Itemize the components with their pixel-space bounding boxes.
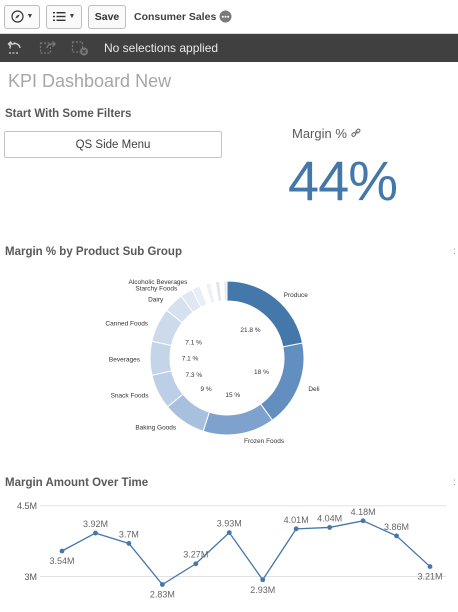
data-label: 3.92M [83, 519, 108, 529]
chevron-down-icon: ▼ [68, 13, 76, 20]
donut-slice[interactable] [223, 280, 228, 302]
donut-value-label: 7.1 % [182, 356, 199, 363]
line-chart[interactable]: 4.5M 3M 3.54M 3.92M 3.7M 2.83M 3.27M 3.93M 2.93… [0, 495, 458, 612]
donut-category-label: Produce [284, 292, 309, 299]
data-label: 3.54M [49, 556, 74, 566]
line-chart-title: Margin Amount Over Time [5, 477, 149, 489]
data-label: 3.27M [183, 550, 208, 560]
data-point[interactable] [193, 561, 199, 567]
clear-selection-icon [71, 41, 88, 56]
data-label: 3.93M [217, 519, 242, 529]
donut-category-label: Dairy [148, 296, 164, 303]
kpi-value: 44% [288, 149, 398, 212]
kpi-label-text: Margin % [292, 126, 347, 141]
step-back-button[interactable] [0, 34, 32, 62]
donut-value-label: 21.8 % [240, 327, 260, 334]
data-point[interactable] [126, 541, 132, 546]
more-icon[interactable]: : [453, 246, 456, 257]
data-label: 4.18M [351, 507, 376, 517]
compass-icon [10, 10, 24, 23]
filters-title: Start With Some Filters [5, 108, 132, 120]
donut-category-label: Canned Foods [105, 320, 148, 327]
data-label: 3.7M [119, 529, 139, 539]
step-forward-button[interactable] [32, 34, 64, 62]
data-label: 4.04M [317, 513, 342, 523]
data-point[interactable] [226, 530, 232, 536]
donut-category-label: Snack Foods [111, 393, 150, 400]
y-tick-label: 4.5M [17, 501, 37, 511]
list-icon [52, 12, 66, 21]
data-label: 4.01M [284, 515, 309, 525]
data-point[interactable] [427, 564, 433, 569]
data-label: 3.21M [417, 572, 442, 582]
toolbar: ▼ ▼ Save Consumer Sales [0, 0, 458, 34]
donut-slice[interactable] [149, 340, 173, 376]
data-label: 2.83M [150, 590, 175, 600]
donut-category-label: Frozen Foods [244, 438, 285, 445]
data-point[interactable] [327, 525, 333, 530]
kpi-label: Margin % [292, 126, 402, 141]
data-point[interactable] [260, 577, 266, 583]
donut-category-label: Deli [308, 386, 319, 393]
y-tick-label: 3M [24, 572, 37, 582]
data-point[interactable] [93, 530, 98, 536]
donut-category-label: Beverages [109, 356, 141, 363]
donut-value-label: 9 % [201, 386, 212, 393]
data-point[interactable] [59, 548, 65, 554]
donut-value-label: 18 % [254, 369, 269, 376]
data-point[interactable] [159, 582, 165, 587]
data-point[interactable] [394, 533, 399, 539]
save-button[interactable]: Save [88, 4, 126, 29]
donut-value-label: 7.3 % [185, 372, 202, 379]
donut-category-label: Alcoholic Beverages [129, 279, 189, 286]
donut-slice[interactable] [259, 342, 305, 421]
more-icon[interactable]: : [453, 477, 456, 488]
series-line [61, 520, 431, 586]
sheet-menu-button[interactable]: ▼ [46, 4, 82, 29]
cloud-icon [219, 10, 232, 23]
data-point[interactable] [360, 518, 366, 524]
clear-selections-button[interactable] [64, 34, 96, 62]
donut-slice[interactable] [202, 403, 274, 436]
global-menu-button[interactable]: ▼ [4, 4, 40, 29]
chevron-down-icon: ▼ [26, 13, 34, 20]
app-name-label: Consumer Sales [134, 10, 217, 23]
donut-category-label: Starchy Foods [135, 285, 178, 292]
donut-category-label: Baking Goods [135, 425, 177, 432]
link-icon[interactable] [350, 128, 361, 138]
sheet-title: KPI Dashboard New [8, 71, 172, 91]
data-label: 3.86M [384, 522, 409, 532]
donut-value-label: 7.1 % [185, 340, 202, 347]
selections-bar: No selections applied [0, 34, 458, 62]
undo-selection-icon [7, 41, 21, 54]
donut-chart[interactable]: 21.8 % Produce 18 % Deli 15 % Frozen Foods 9 %… [0, 262, 458, 467]
data-point[interactable] [293, 526, 299, 532]
redo-selection-icon [39, 41, 56, 54]
donut-value-label: 15 % [225, 392, 240, 399]
selections-status: No selections applied [104, 41, 219, 55]
app-name[interactable]: Consumer Sales [134, 10, 232, 23]
data-label: 2.93M [250, 585, 275, 595]
donut-chart-title: Margin % by Product Sub Group [5, 246, 182, 258]
side-menu-button[interactable]: QS Side Menu [4, 131, 222, 158]
